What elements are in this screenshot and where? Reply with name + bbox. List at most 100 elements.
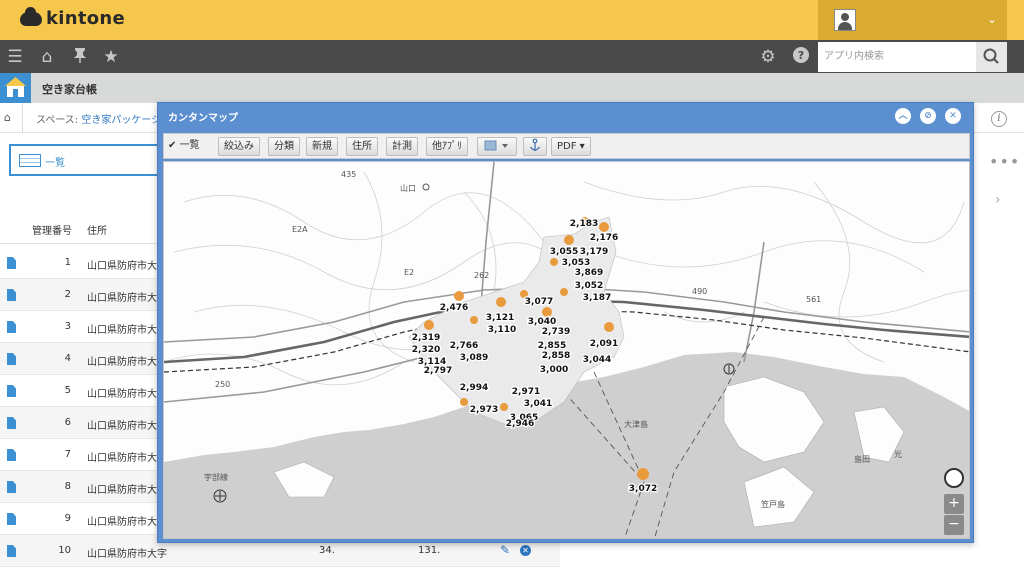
cluster-count-label[interactable]: 3,040 bbox=[527, 316, 558, 329]
cluster-count-label[interactable]: 2,797 bbox=[423, 365, 454, 378]
chevron-right-icon[interactable]: › bbox=[995, 192, 1001, 208]
cluster-count-label[interactable]: 3,187 bbox=[582, 292, 613, 305]
list-toggle[interactable]: ✔ 一覧 bbox=[168, 137, 200, 154]
map-label-e2a: E2A bbox=[292, 225, 308, 234]
app-icon[interactable] bbox=[0, 73, 31, 103]
svg-text:?: ? bbox=[798, 49, 804, 62]
map-svg: 2,1832,1763,1793,0553,0533,8693,0523,187… bbox=[164, 162, 969, 538]
record-detail-icon[interactable] bbox=[7, 545, 16, 557]
map-layer-button[interactable] bbox=[477, 137, 517, 156]
app-title[interactable]: 空き家台帳 bbox=[42, 81, 97, 97]
delete-icon[interactable]: ✕ bbox=[520, 545, 531, 556]
row-address: 山口県防府市大字 bbox=[87, 421, 167, 432]
city-marker-icon bbox=[422, 183, 430, 191]
breadcrumb-space-link[interactable]: 空き家パッケージ bbox=[81, 115, 161, 126]
kintone-logo[interactable]: kintone bbox=[20, 6, 125, 29]
cluster-count-label[interactable]: 2,091 bbox=[589, 338, 620, 351]
cluster-count-label[interactable]: 2,183 bbox=[569, 218, 600, 231]
minimize-icon[interactable]: ⊘ bbox=[920, 108, 936, 124]
cluster-count-label[interactable]: 2,319 bbox=[411, 332, 442, 345]
row-latitude: 34. bbox=[319, 545, 335, 556]
info-icon[interactable]: i bbox=[991, 111, 1007, 127]
locate-icon[interactable] bbox=[944, 468, 964, 488]
zoom-out-button[interactable]: − bbox=[944, 515, 964, 535]
row-number: 2 bbox=[64, 289, 71, 300]
cluster-count-label[interactable]: 3,089 bbox=[459, 352, 490, 365]
cluster-count-label[interactable]: 3,072 bbox=[628, 483, 659, 496]
record-detail-icon[interactable] bbox=[7, 513, 16, 525]
row-number: 10 bbox=[58, 545, 71, 556]
cluster-count-label[interactable]: 2,858 bbox=[541, 350, 572, 363]
record-detail-icon[interactable] bbox=[7, 449, 16, 461]
map-label-kasadojima: 笠戸島 bbox=[761, 499, 785, 509]
record-detail-icon[interactable] bbox=[7, 257, 16, 269]
map-label-ubenosen: 宇部線 bbox=[204, 472, 228, 482]
cluster-count-label[interactable]: 3,055 bbox=[549, 246, 580, 259]
map-label-e2: E2 bbox=[404, 268, 414, 277]
cluster-count-label[interactable]: 3,077 bbox=[524, 296, 555, 309]
cluster-count-label[interactable]: 2,946 bbox=[505, 418, 536, 431]
help-icon[interactable]: ? bbox=[790, 46, 812, 68]
new-button[interactable]: 新規 bbox=[306, 137, 338, 156]
column-header-number[interactable]: 管理番号 bbox=[32, 222, 72, 237]
cluster-count-label[interactable]: 3,052 bbox=[574, 280, 605, 293]
cluster-count-label[interactable]: 3,041 bbox=[523, 398, 554, 411]
cluster-count-label[interactable]: 3,044 bbox=[582, 354, 613, 367]
map-label-shimata: 島田 bbox=[854, 454, 870, 464]
pdf-button[interactable]: PDF ▾ bbox=[551, 137, 591, 156]
zoom-in-button[interactable]: + bbox=[944, 494, 964, 514]
cluster-count-label[interactable]: 3,000 bbox=[539, 364, 570, 377]
record-detail-icon[interactable] bbox=[7, 353, 16, 365]
cluster-count-label[interactable]: 3,110 bbox=[487, 324, 518, 337]
user-avatar-icon bbox=[834, 9, 856, 31]
other-app-button[interactable]: 他ｱﾌﾟﾘ bbox=[426, 137, 468, 156]
cluster-count-label[interactable]: 3,121 bbox=[485, 312, 516, 325]
pin-icon[interactable] bbox=[69, 46, 91, 68]
edit-icon[interactable]: ✎ bbox=[500, 543, 510, 557]
menu-icon[interactable]: ☰ bbox=[4, 46, 26, 68]
gear-icon[interactable]: ⚙ bbox=[757, 46, 779, 68]
row-number: 3 bbox=[64, 321, 71, 332]
cluster-count-label[interactable]: 2,973 bbox=[469, 404, 500, 417]
search-button[interactable] bbox=[976, 42, 1007, 72]
address-button[interactable]: 住所 bbox=[346, 137, 378, 156]
record-detail-icon[interactable] bbox=[7, 417, 16, 429]
more-options-icon[interactable]: ••• bbox=[989, 152, 1020, 171]
view-selector[interactable]: 一覧 bbox=[9, 144, 164, 176]
row-address: 山口県防府市大字 bbox=[87, 293, 167, 304]
cluster-count-label[interactable]: 2,476 bbox=[439, 302, 470, 315]
column-header-address[interactable]: 住所 bbox=[87, 222, 107, 237]
collapse-icon[interactable]: ︿ bbox=[895, 108, 911, 124]
record-detail-icon[interactable] bbox=[7, 321, 16, 333]
anchor-button[interactable] bbox=[523, 137, 547, 156]
app-header: 空き家台帳 bbox=[0, 73, 1024, 103]
row-number: 8 bbox=[64, 481, 71, 492]
row-number: 9 bbox=[64, 513, 71, 524]
record-detail-icon[interactable] bbox=[7, 289, 16, 301]
measure-button[interactable]: 計測 bbox=[386, 137, 418, 156]
filter-button[interactable]: 絞込み bbox=[218, 137, 260, 156]
map-label-road435: 435 bbox=[341, 170, 356, 179]
cluster-count-label[interactable]: 3,179 bbox=[579, 246, 610, 259]
app-search-input[interactable]: アプリ内検索 bbox=[818, 42, 976, 72]
cluster-count-label[interactable]: 2,176 bbox=[589, 232, 620, 245]
cluster-count-label[interactable]: 2,766 bbox=[449, 340, 480, 353]
cluster-count-label[interactable]: 2,994 bbox=[459, 382, 490, 395]
user-menu[interactable]: ⌄ bbox=[818, 0, 1007, 40]
row-address: 山口県防府市大字 bbox=[87, 389, 167, 400]
close-icon[interactable]: ✕ bbox=[945, 108, 961, 124]
cluster-count-label[interactable]: 3,869 bbox=[574, 267, 605, 280]
cluster-count-label[interactable]: 2,320 bbox=[411, 344, 442, 357]
cluster-count-label[interactable]: 2,855 bbox=[537, 340, 568, 353]
record-detail-icon[interactable] bbox=[7, 385, 16, 397]
classify-button[interactable]: 分類 bbox=[268, 137, 300, 156]
row-longitude: 131. bbox=[418, 545, 441, 556]
cluster-count-label[interactable]: 3,053 bbox=[561, 257, 592, 270]
cluster-count-label[interactable]: 2,971 bbox=[511, 386, 542, 399]
star-icon[interactable]: ★ bbox=[100, 46, 122, 68]
record-detail-icon[interactable] bbox=[7, 481, 16, 493]
home-icon[interactable]: ⌂ bbox=[4, 111, 11, 124]
home-icon[interactable]: ⌂ bbox=[36, 46, 58, 68]
cluster-count-label[interactable]: 2,739 bbox=[541, 326, 572, 339]
map-canvas[interactable]: 2,183 2,176 3,179 3,055 3,053 3,869 3,052 3,187… bbox=[163, 161, 970, 539]
